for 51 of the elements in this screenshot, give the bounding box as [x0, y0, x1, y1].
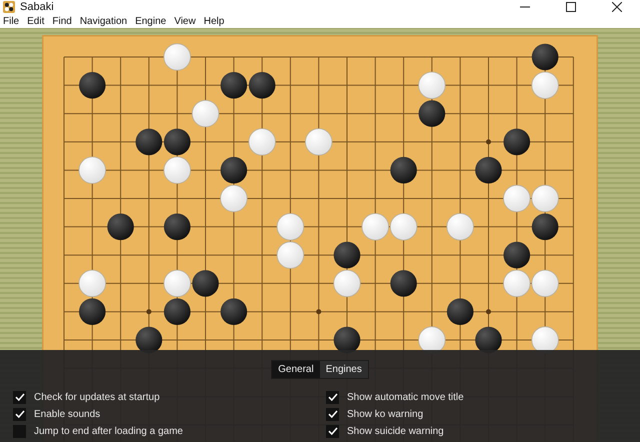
go-stone[interactable] — [390, 270, 417, 297]
menu-item[interactable]: Help — [204, 16, 224, 26]
checkbox[interactable] — [326, 390, 339, 404]
checkbox[interactable] — [13, 408, 26, 420]
go-stone[interactable] — [164, 298, 190, 325]
go-stone[interactable] — [334, 242, 360, 268]
menu-item[interactable]: Engine — [135, 16, 166, 26]
go-stone[interactable] — [164, 214, 190, 240]
preferences-tab[interactable]: General — [272, 361, 320, 378]
preferences-tab[interactable]: Engines — [320, 361, 368, 378]
go-stone[interactable] — [446, 298, 474, 325]
go-stone[interactable] — [504, 128, 530, 156]
minimize-icon — [520, 6, 530, 8]
go-stone[interactable] — [475, 156, 502, 184]
menu-item[interactable]: View — [174, 16, 196, 26]
star-point — [316, 309, 322, 314]
checkbox-label: Show automatic move title — [347, 392, 464, 402]
menu-item[interactable]: Edit — [27, 16, 44, 26]
go-stone[interactable] — [220, 156, 248, 184]
menu-item[interactable]: Find — [52, 16, 72, 26]
checkbox-label: Show suicide warning — [347, 426, 444, 436]
star-point — [146, 309, 152, 314]
go-stone[interactable] — [390, 156, 417, 184]
checkbox[interactable] — [326, 424, 339, 438]
star-point — [486, 309, 491, 314]
menu-item[interactable]: File — [3, 16, 20, 26]
go-stone[interactable] — [418, 100, 446, 127]
checkbox[interactable] — [326, 408, 339, 420]
close-icon — [612, 2, 622, 12]
checkbox[interactable] — [13, 390, 26, 404]
go-stone[interactable] — [532, 44, 558, 70]
go-stone[interactable] — [136, 128, 162, 156]
maximize-icon — [566, 2, 576, 12]
go-stone[interactable] — [79, 298, 106, 325]
checkbox-label: Show ko warning — [347, 408, 424, 420]
go-stone[interactable] — [220, 72, 248, 99]
go-stone[interactable] — [248, 72, 276, 99]
checkbox-label: Enable sounds — [34, 408, 100, 420]
checkbox-label: Jump to end after loading a game — [34, 426, 183, 436]
go-stone[interactable] — [192, 270, 219, 297]
go-stone[interactable] — [107, 214, 134, 240]
window-title: Sabaki — [20, 1, 54, 13]
go-stone[interactable] — [532, 214, 558, 240]
go-stone[interactable] — [220, 298, 248, 325]
checkbox-label: Check for updates at startup — [34, 392, 160, 402]
go-stone[interactable] — [504, 242, 530, 268]
checkbox[interactable] — [13, 424, 26, 438]
star-point — [486, 139, 491, 144]
go-stone[interactable] — [164, 128, 190, 156]
go-stone[interactable] — [79, 72, 106, 99]
menu-item[interactable]: Navigation — [80, 16, 128, 26]
